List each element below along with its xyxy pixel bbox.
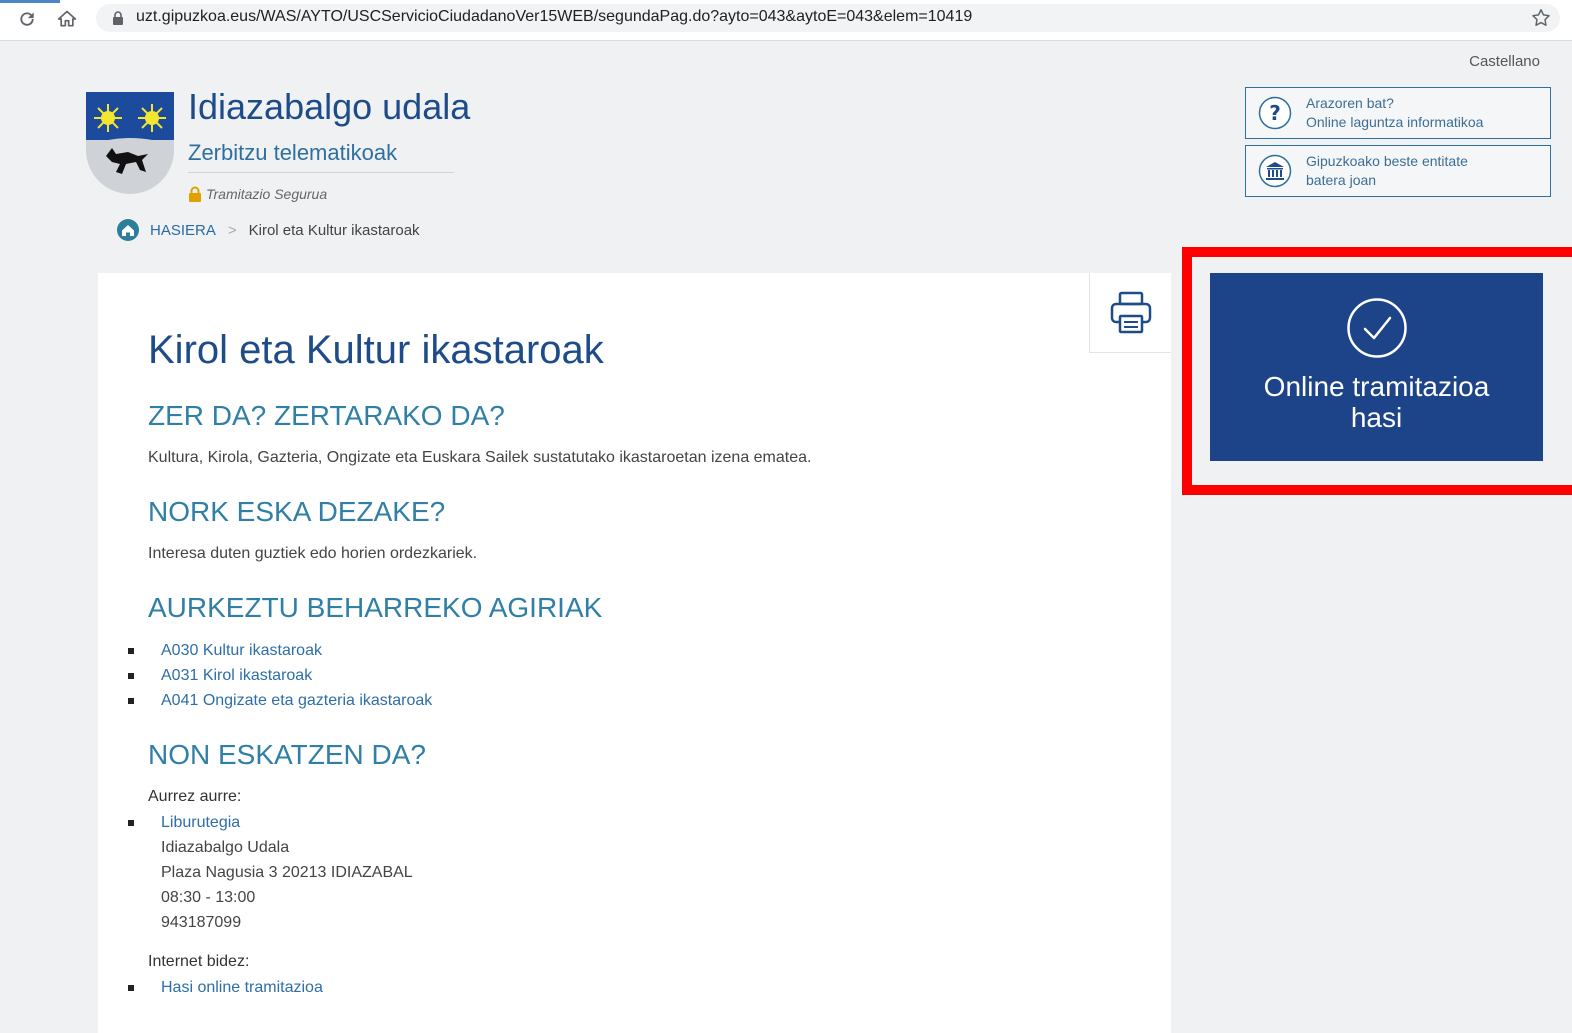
home-icon[interactable] [116, 218, 140, 242]
breadcrumb: HASIERA > Kirol eta Kultur ikastaroak [116, 218, 420, 242]
online-label: Internet bidez: [148, 953, 250, 970]
other-entities-link[interactable]: Gipuzkoako beste entitate batera joan [1245, 145, 1551, 197]
entities-link-line2: batera joan [1306, 172, 1377, 188]
home-outline-icon [57, 10, 77, 27]
secure-text: Tramitazio Segurua [206, 186, 328, 202]
print-button[interactable] [1089, 273, 1171, 353]
breadcrumb-home-link[interactable]: HASIERA [150, 222, 216, 239]
breadcrumb-current: Kirol eta Kultur ikastaroak [248, 221, 420, 239]
list-item: Liburutegia [128, 810, 240, 835]
start-online-processing-button[interactable]: Online tramitazioa hasi [1210, 273, 1543, 461]
help-link-line2: Online laguntza informatikoa [1306, 114, 1484, 130]
list-item: A031 Kirol ikastaroak [128, 663, 432, 688]
office-link-liburutegia[interactable]: Liburutegia [161, 814, 240, 831]
site-subtitle: Zerbitzu telematikoak [188, 140, 398, 165]
url-text: uzt.gipuzkoa.eus/WAS/AYTO/USCServicioCiu… [136, 8, 973, 25]
municipal-coat-of-arms-logo [86, 92, 174, 194]
page-title: Kirol eta Kultur ikastaroak [148, 328, 604, 372]
help-link-line1: Arazoren bat? [1306, 95, 1394, 111]
svg-text:?: ? [1269, 101, 1281, 125]
list-item: A030 Kultur ikastaroak [128, 638, 432, 663]
address-line: Plaza Nagusia 3 20213 IDIAZABAL [161, 864, 413, 881]
document-link-a031[interactable]: A031 Kirol ikastaroak [161, 667, 312, 684]
institution-icon [1258, 154, 1292, 188]
question-icon: ? [1258, 96, 1292, 130]
list-item: A041 Ongizate eta gazteria ikastaroak [128, 688, 432, 713]
reload-button[interactable] [14, 6, 40, 32]
site-title: Idiazabalgo udala [188, 86, 471, 127]
language-link-castellano[interactable]: Castellano [1469, 53, 1540, 70]
section-text-what: Kultura, Kirola, Gazteria, Ongizate eta … [148, 449, 812, 466]
section-heading-where: NON ESKATZEN DA? [148, 739, 426, 770]
address-line: Idiazabalgo Udala [161, 839, 290, 856]
documents-list: A030 Kultur ikastaroak A031 Kirol ikasta… [128, 638, 432, 713]
start-online-processing-link[interactable]: Hasi online tramitazioa [161, 979, 323, 996]
reload-icon [20, 12, 34, 26]
online-list: Hasi online tramitazioa [128, 975, 323, 1000]
printer-icon [1110, 291, 1151, 333]
online-button-label-line1: Online tramitazioa [1263, 371, 1490, 402]
browser-toolbar: uzt.gipuzkoa.eus/WAS/AYTO/USCServicioCiu… [0, 0, 1572, 41]
subtitle-divider [188, 172, 454, 173]
section-text-who: Interesa duten guztiek edo horien ordezk… [148, 545, 478, 562]
check-circle-icon [1346, 298, 1407, 358]
entities-link-line1: Gipuzkoako beste entitate [1306, 153, 1468, 169]
breadcrumb-separator: > [227, 221, 237, 239]
office-address: Idiazabalgo Udala Plaza Nagusia 3 20213 … [161, 835, 413, 935]
padlock-icon [189, 186, 201, 202]
active-tab-indicator [0, 0, 60, 3]
document-link-a041[interactable]: A041 Ongizate eta gazteria ikastaroak [161, 692, 432, 709]
lock-icon [113, 11, 123, 25]
section-heading-what: ZER DA? ZERTARAKO DA? [148, 400, 505, 431]
online-button-label-line2: hasi [1350, 402, 1403, 433]
office-hours: 08:30 - 13:00 [161, 889, 256, 906]
home-button[interactable] [54, 6, 80, 32]
secure-processing-label: Tramitazio Segurua [188, 186, 327, 202]
in-person-label: Aurrez aurre: [148, 788, 242, 805]
address-bar[interactable]: uzt.gipuzkoa.eus/WAS/AYTO/USCServicioCiu… [96, 4, 1560, 32]
section-heading-who: NORK ESKA DEZAKE? [148, 496, 446, 527]
office-phone: 943187099 [161, 914, 242, 931]
bookmark-star-icon[interactable] [1530, 7, 1552, 29]
document-link-a030[interactable]: A030 Kultur ikastaroak [161, 642, 322, 659]
list-item: Hasi online tramitazioa [128, 975, 323, 1000]
help-online-support-link[interactable]: ? Arazoren bat? Online laguntza informat… [1245, 87, 1551, 139]
section-heading-docs: AURKEZTU BEHARREKO AGIRIAK [148, 592, 603, 623]
office-list: Liburutegia [128, 810, 240, 835]
